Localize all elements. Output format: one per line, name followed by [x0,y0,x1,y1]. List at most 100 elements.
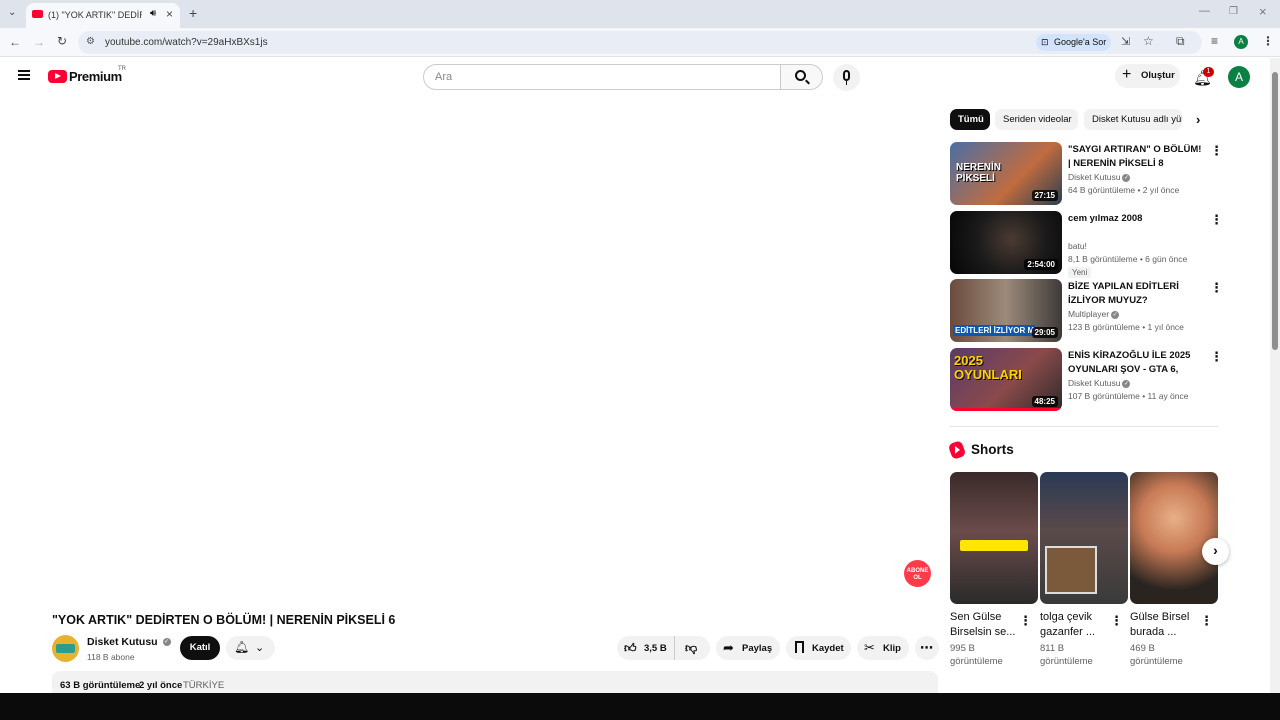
create-button[interactable]: + Oluştur [1115,64,1180,88]
google-lens-chip[interactable]: ⊡ Google'a Sor [1036,34,1111,51]
dislike-button[interactable]: 👎︎ [676,636,710,660]
video-thumbnail[interactable]: EDİTLERİ İZLİYOR MU 29:05 [950,279,1062,342]
related-video-meta: 8,1 B görüntüleme • 6 gün önce [1068,254,1188,264]
related-video-channel: Multiplayer ✓ [1068,309,1120,319]
account-avatar[interactable]: A [1228,66,1250,88]
install-app-icon[interactable]: ⇲ [1121,35,1130,48]
bookmark-star-icon[interactable]: ☆ [1143,34,1154,48]
chip-series-videos[interactable]: Seriden videolar [995,109,1078,130]
watermark-text: ABONE OL [906,568,929,581]
youtube-favicon-icon [32,10,43,18]
tab-close-icon[interactable]: × [166,7,173,21]
avatar-initial: A [1234,70,1243,84]
more-vert-icon[interactable]: ⋮ [1110,614,1123,627]
video-duration: 48:25 [1031,396,1058,407]
page-scrollbar[interactable] [1270,58,1280,693]
related-video-title: cem yılmaz 2008 [1068,213,1143,224]
subscribe-watermark[interactable]: ABONE OL [904,560,931,587]
channel-name-row[interactable]: Disket Kutusu ✓ [87,636,171,648]
share-button[interactable]: ➦ Paylaş [716,636,780,660]
search-placeholder: Ara [435,71,453,83]
more-actions-button[interactable]: ⋯ [915,636,939,660]
chip-next-icon[interactable]: › [1196,112,1200,127]
scrollbar-thumb[interactable] [1272,72,1278,350]
more-vert-icon[interactable]: ⋮ [1200,614,1213,627]
back-icon[interactable]: ← [9,36,21,48]
more-vert-icon[interactable]: ⋮ [1210,144,1223,157]
view-count: 63 B görüntüleme [60,680,141,691]
thumbnail-overlay-text: NERENİN PİKSELİ [956,162,1002,184]
hamburger-menu-icon[interactable] [18,70,30,80]
video-thumbnail[interactable]: 2:54:00 [950,211,1062,274]
video-player[interactable]: ABONE OL [0,96,938,596]
short-views: 995 B görüntüleme [950,643,1003,667]
subscription-bell-button[interactable]: 🔔︎ ⌄ [226,636,275,660]
scissors-icon: ✂ [864,640,875,655]
new-badge: Yeni [1068,267,1092,278]
browser-toolbar: ← → ↻ ⚙ youtube.com/watch?v=29aHxBXs1js … [0,28,1280,57]
chip-all[interactable]: Tümü [950,109,990,130]
site-info-icon[interactable]: ⚙ [86,36,95,47]
video-thumbnail[interactable]: 2025 OYUNLARI 48:25 [950,348,1062,411]
forward-icon[interactable]: → [33,36,45,48]
logo-text: Premium [69,69,122,84]
browser-menu-icon[interactable]: ⋮ [1262,35,1274,47]
chip-channel-uploads[interactable]: Disket Kutusu adlı yük [1084,109,1182,130]
voice-search-button[interactable] [833,64,860,91]
restore-icon[interactable]: ❐ [1229,7,1238,17]
more-vert-icon[interactable]: ⋮ [1210,281,1223,294]
share-icon: ➦ [723,640,734,655]
browser-tab[interactable]: (1) "YOK ARTIK" DEDİRTEN 🔊︎ × [26,3,180,28]
url-text: youtube.com/watch?v=29aHxBXs1js [105,37,268,48]
tab-search-icon[interactable]: ⌄ [8,8,16,18]
related-video[interactable]: 2025 OYUNLARI 48:25 ENİS KİRAZOĞLU İLE 2… [950,348,1223,411]
channel-avatar[interactable] [52,635,79,662]
shorts-heading: Shorts [971,442,1014,457]
bell-outline-icon: 🔔︎ [234,640,250,654]
share-label: Paylaş [742,643,773,654]
like-button[interactable]: 👍︎ 3,5 B [617,636,675,660]
join-button[interactable]: Katıl [180,636,220,660]
speaker-icon[interactable]: 🔊︎ [150,8,156,19]
reload-icon[interactable]: ↻ [57,35,67,47]
more-vert-icon[interactable]: ⋮ [1019,614,1032,627]
video-duration: 2:54:00 [1024,259,1058,270]
search-button[interactable] [781,64,823,90]
related-video-title: "SAYGI ARTIRAN" O BÖLÜM! | NERENİN PİKSE… [1068,144,1202,169]
video-thumbnail[interactable]: NERENİN PİKSELİ 27:15 [950,142,1062,205]
profile-avatar[interactable]: A [1234,35,1248,49]
youtube-masthead: Premium TR Ara + Oluştur 🔔︎ 1 A [0,58,1270,96]
notifications-button[interactable]: 🔔︎ 1 [1192,67,1214,87]
minimize-icon[interactable]: — [1199,6,1210,17]
more-vert-icon[interactable]: ⋮ [1210,350,1223,363]
short-thumbnail[interactable] [1040,472,1128,604]
save-button[interactable]: Kaydet [786,636,851,660]
clip-button[interactable]: ✂ Klip [857,636,909,660]
media-control-icon[interactable]: ≡ [1211,35,1218,47]
plus-icon: + [1122,66,1132,83]
google-lens-label: Google'a Sor [1054,37,1107,47]
short-title[interactable]: Sen Gülse Birselsin se... [950,610,1018,640]
verified-icon: ✓ [1122,379,1131,388]
short-title[interactable]: tolga çevik gazanfer ... [1040,610,1108,640]
address-bar[interactable]: ⚙ youtube.com/watch?v=29aHxBXs1js ⊡ Goog… [78,31,1202,54]
related-video[interactable]: 2:54:00 cem yılmaz 2008 batu! 8,1 B görü… [950,211,1223,278]
search-input[interactable]: Ara [423,64,781,90]
thumbs-up-icon: 👍︎ [624,641,637,655]
related-video[interactable]: NERENİN PİKSELİ 27:15 "SAYGI ARTIRAN" O … [950,142,1223,205]
channel-name: Disket Kutusu [87,636,158,648]
more-vert-icon[interactable]: ⋮ [1210,213,1223,226]
save-label: Kaydet [812,643,844,654]
new-tab-icon[interactable]: + [189,6,197,20]
short-thumbnail[interactable] [1130,472,1218,604]
short-views: 469 B görüntüleme [1130,643,1183,667]
short-thumbnail[interactable] [950,472,1038,604]
section-divider [950,426,1218,427]
window-close-icon[interactable]: × [1259,5,1267,18]
country-tag[interactable]: TÜRKİYE [183,680,224,691]
create-label: Oluştur [1141,70,1175,81]
shorts-next-button[interactable]: › [1202,538,1229,565]
related-video[interactable]: EDİTLERİ İZLİYOR MU 29:05 BİZE YAPILAN E… [950,279,1223,342]
extensions-icon[interactable]: ⧉ [1176,35,1185,47]
short-title[interactable]: Gülse Birsel burada ... [1130,610,1198,640]
